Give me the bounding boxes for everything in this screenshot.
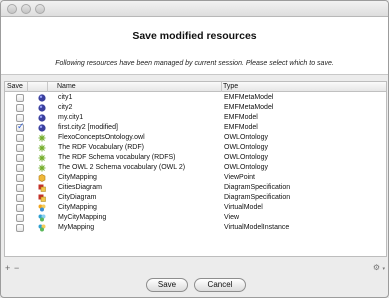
resource-name: CityDiagram xyxy=(58,194,97,201)
save-checkbox[interactable] xyxy=(16,122,25,132)
gear-icon[interactable]: ⚙ xyxy=(373,263,380,272)
save-checkbox[interactable] xyxy=(16,134,24,142)
table-row[interactable]: city2 EMFMetaModel xyxy=(5,103,386,113)
owl-ontology-icon xyxy=(38,154,46,162)
table-row[interactable]: CityMapping ViewPoint xyxy=(5,173,386,183)
table-row[interactable]: The OWL 2 Schema vocabulary (OWL 2) OWLOn… xyxy=(5,163,386,173)
resource-type: DiagramSpecification xyxy=(224,194,291,201)
emf-metamodel-icon xyxy=(38,104,46,112)
column-divider[interactable] xyxy=(221,82,222,92)
resource-type: EMFModel xyxy=(224,114,258,121)
save-checkbox[interactable] xyxy=(16,174,24,182)
remove-resource-button[interactable]: − xyxy=(14,263,19,273)
column-divider[interactable] xyxy=(27,82,28,92)
resource-name: The RDF Vocabulary (RDF) xyxy=(58,144,144,151)
save-resources-dialog: Save modified resources Following resour… xyxy=(0,0,389,298)
save-checkbox[interactable] xyxy=(16,164,24,172)
minimize-window-button[interactable] xyxy=(21,4,31,14)
save-checkbox[interactable] xyxy=(16,204,24,212)
column-header-type[interactable]: Type xyxy=(223,83,238,90)
save-checkbox[interactable] xyxy=(16,104,24,112)
save-checkbox[interactable] xyxy=(16,184,24,192)
virtual-model-instance-icon xyxy=(38,224,46,232)
save-checkbox[interactable] xyxy=(16,144,24,152)
save-checkbox[interactable] xyxy=(16,94,24,102)
dialog-title: Save modified resources xyxy=(132,30,257,42)
table-row[interactable]: CityMapping VirtualModel xyxy=(5,203,386,213)
table-row[interactable]: CityDiagram DiagramSpecification xyxy=(5,193,386,203)
table-row[interactable]: The RDF Vocabulary (RDF) OWLOntology xyxy=(5,143,386,153)
table-row[interactable]: The RDF Schema vocabulary (RDFS) OWLOntol… xyxy=(5,153,386,163)
emf-metamodel-icon xyxy=(38,94,46,102)
virtual-model-icon xyxy=(38,204,46,212)
resources-table: Save Name Type city1 EMFMetaModel city2 EMF… xyxy=(4,81,387,257)
column-divider[interactable] xyxy=(47,82,48,92)
resource-name: MyCityMapping xyxy=(58,214,107,221)
resource-name: CitiesDiagram xyxy=(58,184,102,191)
save-checkbox[interactable] xyxy=(16,194,24,202)
viewpoint-icon xyxy=(38,174,46,182)
resource-type: VirtualModelInstance xyxy=(224,224,290,231)
resource-name: FlexoConceptsOntology.owl xyxy=(58,134,145,141)
resource-type: EMFMetaModel xyxy=(224,94,274,101)
table-row[interactable]: MyCityMapping View xyxy=(5,213,386,223)
resource-name: CityMapping xyxy=(58,204,97,211)
resource-type: View xyxy=(224,214,240,221)
resource-type: EMFMetaModel xyxy=(224,104,274,111)
table-row[interactable]: MyMapping VirtualModelInstance xyxy=(5,223,386,233)
dialog-subtitle: Following resources have been managed by… xyxy=(55,60,334,67)
resource-name: MyMapping xyxy=(58,224,95,231)
close-window-button[interactable] xyxy=(7,4,17,14)
emf-model-icon xyxy=(38,114,46,122)
title-bar xyxy=(1,1,388,17)
resource-name: The RDF Schema vocabulary (RDFS) xyxy=(58,154,176,161)
resource-name: city1 xyxy=(58,94,73,101)
resource-type: OWLOntology xyxy=(224,134,268,141)
resource-name: CityMapping xyxy=(58,174,97,181)
owl-ontology-icon xyxy=(38,134,46,142)
zoom-window-button[interactable] xyxy=(35,4,45,14)
diagram-specification-icon xyxy=(38,184,46,192)
resource-name: my.city1 xyxy=(58,114,84,121)
dialog-header: Save modified resources Following resour… xyxy=(1,17,388,75)
emf-model-icon xyxy=(38,124,46,132)
table-row[interactable]: FlexoConceptsOntology.owl OWLOntology xyxy=(5,133,386,143)
chevron-down-icon[interactable]: ▾ xyxy=(382,266,385,272)
save-checkbox[interactable] xyxy=(16,114,24,122)
column-header-save[interactable]: Save xyxy=(7,83,23,90)
save-checkbox[interactable] xyxy=(16,154,24,162)
save-button[interactable]: Save xyxy=(146,278,188,292)
resource-type: OWLOntology xyxy=(224,164,268,171)
save-checkbox[interactable] xyxy=(16,224,24,232)
resource-type: OWLOntology xyxy=(224,144,268,151)
resource-name: The OWL 2 Schema vocabulary (OWL 2) xyxy=(58,164,186,171)
view-icon xyxy=(38,214,46,222)
resource-type: EMFModel xyxy=(224,124,258,131)
resource-type: OWLOntology xyxy=(224,154,268,161)
add-resource-button[interactable]: + xyxy=(5,263,10,273)
diagram-specification-icon xyxy=(38,194,46,202)
resource-type: DiagramSpecification xyxy=(224,184,291,191)
column-header-name[interactable]: Name xyxy=(57,83,76,90)
resource-type: ViewPoint xyxy=(224,174,256,181)
table-header: Save Name Type xyxy=(5,82,386,92)
table-row[interactable]: first.city2 [modified] EMFModel xyxy=(5,122,386,133)
table-row[interactable]: my.city1 EMFModel xyxy=(5,113,386,123)
resource-type: VirtualModel xyxy=(224,204,263,211)
table-row[interactable]: CitiesDiagram DiagramSpecification xyxy=(5,183,386,193)
resource-name: first.city2 [modified] xyxy=(58,124,118,131)
save-checkbox[interactable] xyxy=(16,214,24,222)
table-row[interactable]: city1 EMFMetaModel xyxy=(5,93,386,103)
resource-name: city2 xyxy=(58,104,73,111)
owl-ontology-icon xyxy=(38,164,46,172)
owl-ontology-icon xyxy=(38,144,46,152)
cancel-button[interactable]: Cancel xyxy=(194,278,246,292)
